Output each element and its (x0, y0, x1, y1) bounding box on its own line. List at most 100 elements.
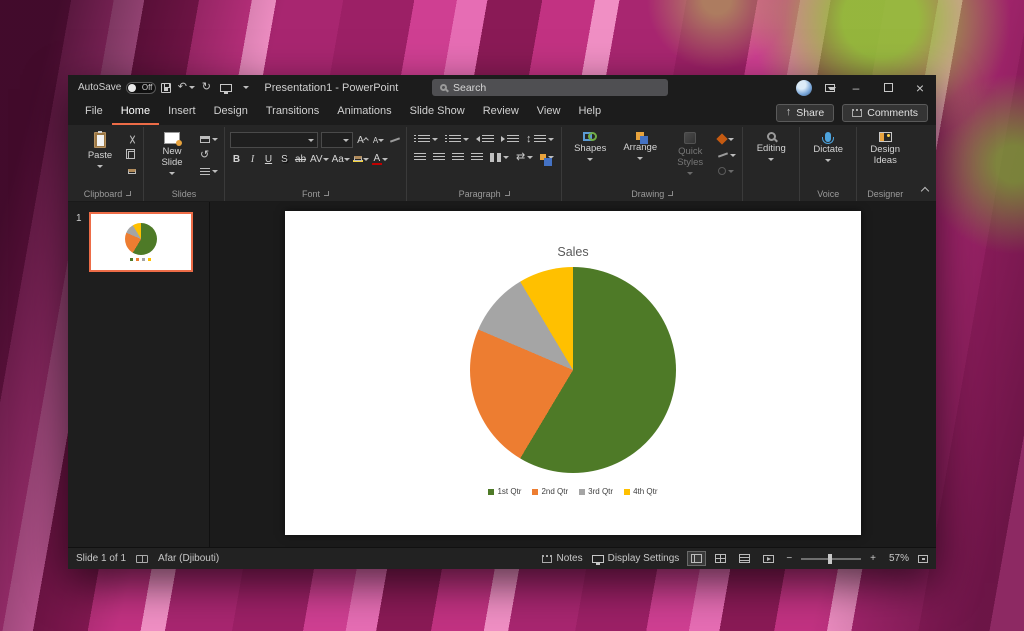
align-center-button[interactable] (431, 150, 447, 164)
tab-transitions[interactable]: Transitions (257, 100, 328, 125)
slide-canvas[interactable]: Sales 1st Qtr2nd Qtr3rd Qtr4th Qtr (210, 202, 936, 547)
numbering-button[interactable] (443, 132, 471, 146)
titlebar[interactable]: AutoSave Off ↶ ↻ Presentation1 - PowerPo… (68, 75, 936, 100)
tab-view[interactable]: View (528, 100, 570, 125)
tab-animations[interactable]: Animations (328, 100, 400, 125)
comments-button[interactable]: Comments (842, 104, 928, 122)
shape-fill-button[interactable] (716, 132, 738, 146)
shape-outline-button[interactable] (716, 148, 738, 162)
start-presentation-button[interactable] (216, 75, 236, 100)
tab-help[interactable]: Help (569, 100, 610, 125)
align-right-button[interactable] (450, 150, 466, 164)
cut-button[interactable] (126, 132, 139, 146)
text-highlight-button[interactable] (353, 152, 369, 166)
underline-button[interactable]: U (262, 152, 275, 166)
tab-design[interactable]: Design (205, 100, 257, 125)
minimize-icon: – (853, 81, 860, 95)
slide-layout-button[interactable] (198, 132, 220, 146)
zoom-out-button[interactable]: − (786, 553, 792, 564)
display-settings-button[interactable]: Display Settings (592, 553, 680, 564)
strikethrough-button[interactable]: ab (294, 152, 307, 166)
search-input[interactable] (453, 82, 633, 94)
line-spacing-button[interactable]: ↕ (524, 132, 556, 146)
change-case-button[interactable]: Aa (332, 152, 350, 166)
paragraph-dialog-launcher[interactable] (505, 191, 510, 196)
legend-item (148, 258, 151, 261)
grow-font-button[interactable]: A (356, 133, 369, 147)
quick-styles-button[interactable]: Quick Styles (665, 127, 715, 183)
increase-indent-button[interactable] (499, 132, 521, 146)
shape-effects-button[interactable] (716, 164, 738, 178)
shrink-font-button[interactable]: A (372, 133, 385, 147)
new-slide-button[interactable]: New Slide (147, 127, 197, 183)
clipboard-dialog-launcher[interactable] (126, 191, 131, 196)
save-button[interactable] (156, 75, 176, 100)
font-name-combo[interactable] (230, 132, 318, 148)
maximize-button[interactable] (872, 75, 904, 100)
arrange-button[interactable]: Arrange (615, 127, 665, 183)
section-button[interactable] (198, 164, 220, 178)
pie-chart[interactable] (470, 267, 676, 473)
menubar-right: ↑ Share Comments (776, 100, 936, 125)
arrange-dropdown-icon (637, 157, 643, 160)
slide-thumbnail[interactable] (89, 212, 193, 272)
undo-button[interactable]: ↶ (176, 75, 196, 100)
character-spacing-button[interactable]: AV (310, 152, 329, 166)
language-button[interactable]: Afar (Djibouti) (158, 553, 219, 564)
italic-button[interactable]: I (246, 152, 259, 166)
reset-slide-button[interactable]: ↺ (198, 148, 220, 162)
line-spacing-lines-icon (534, 135, 546, 144)
user-avatar[interactable] (796, 80, 812, 96)
tab-slide-show[interactable]: Slide Show (401, 100, 474, 125)
zoom-in-button[interactable]: + (870, 553, 876, 564)
slide-sorter-icon (715, 554, 726, 563)
design-ideas-button[interactable]: Design Ideas (860, 127, 910, 183)
format-painter-button[interactable] (126, 164, 139, 178)
fit-slide-button[interactable] (918, 555, 928, 563)
collapse-ribbon-button[interactable] (922, 185, 928, 197)
paste-button[interactable]: Paste (75, 127, 125, 183)
tab-home[interactable]: Home (112, 100, 159, 125)
redo-button[interactable]: ↻ (196, 75, 216, 100)
tab-insert[interactable]: Insert (159, 100, 205, 125)
tab-review[interactable]: Review (474, 100, 528, 125)
decrease-indent-button[interactable] (474, 132, 496, 146)
slide-show-button[interactable] (760, 553, 777, 565)
dictate-button[interactable]: Dictate (803, 127, 853, 183)
font-dialog-launcher[interactable] (324, 191, 329, 196)
align-left-button[interactable] (412, 150, 428, 164)
close-button[interactable]: × (904, 75, 936, 100)
font-color-button[interactable]: A (372, 152, 388, 166)
slide-sorter-view-button[interactable] (712, 552, 729, 565)
font-size-combo[interactable] (321, 132, 353, 148)
tab-file[interactable]: File (76, 100, 112, 125)
justify-button[interactable] (469, 150, 485, 164)
slide[interactable]: Sales 1st Qtr2nd Qtr3rd Qtr4th Qtr (285, 211, 861, 535)
convert-to-smartart-button[interactable] (538, 150, 556, 164)
minimize-button[interactable]: – (840, 75, 872, 100)
zoom-level[interactable]: 57% (885, 553, 909, 564)
normal-view-button[interactable] (688, 552, 705, 565)
zoom-slider-thumb[interactable] (828, 554, 832, 564)
bold-button[interactable]: B (230, 152, 243, 166)
bullets-button[interactable] (412, 132, 440, 146)
text-direction-button[interactable]: ⇄ (514, 150, 535, 164)
quick-access-toolbar-menu[interactable] (236, 75, 256, 100)
columns-button[interactable] (488, 150, 511, 164)
legend-item (142, 258, 145, 261)
notes-button[interactable]: Notes (542, 553, 582, 564)
share-button[interactable]: ↑ Share (776, 104, 835, 122)
ribbon-display-options-button[interactable] (820, 75, 840, 100)
text-shadow-button[interactable]: S (278, 152, 291, 166)
drawing-group-label: Drawing (631, 189, 664, 199)
zoom-slider[interactable] (801, 558, 861, 560)
spell-check-button[interactable] (136, 555, 148, 563)
autosave-toggle[interactable]: Off (126, 82, 156, 94)
drawing-dialog-launcher[interactable] (668, 191, 673, 196)
search-bar[interactable] (432, 79, 668, 96)
editing-button[interactable]: Editing (746, 127, 796, 183)
shapes-button[interactable]: Shapes (565, 127, 615, 183)
reading-view-button[interactable] (736, 552, 753, 565)
copy-button[interactable] (126, 148, 139, 162)
clear-formatting-button[interactable] (388, 133, 401, 147)
